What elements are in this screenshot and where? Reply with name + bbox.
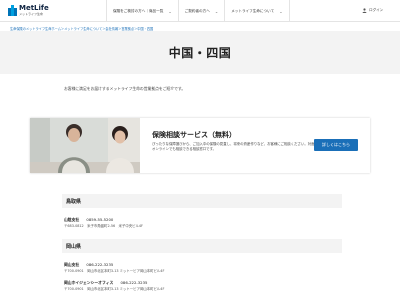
office-phone[interactable]: 086-222-3235 [86,262,113,267]
metlife-logo-mark-icon [8,5,17,16]
office-title: 岡山ホイジェンシーオフィス [64,280,114,285]
consultation-card: 保険相談サービス（無料） ぴったりな保障選びから、ご加入中の保険の見直し、将来の… [30,118,370,173]
nav-item-products[interactable]: 保険をご検討の方へ｜商品一覧 ⌄ [106,0,178,22]
main-nav: 保険をご検討の方へ｜商品一覧 ⌄ ご契約者の方へ ⌄ メットライフ生命について … [106,0,290,22]
details-button[interactable]: 詳しくはこちら [314,139,358,151]
nav-item-policyholders[interactable]: ご契約者の方へ ⌄ [177,0,225,22]
office-title: 山陰支社 [64,217,80,222]
office-title: 岡山支社 [64,262,80,267]
nav-item-label: 保険をご検討の方へ｜商品一覧 [113,8,164,13]
logo-subtitle: メットライフ生命 [19,12,44,16]
section-heading-okayama: 岡山県 [62,239,342,253]
office-phone[interactable]: 0859-55-5200 [86,217,113,222]
logo-name: MetLife [19,4,49,12]
chevron-down-icon: ⌄ [214,8,219,14]
office-address: 〒700-0901 岡山市北区本町3-13 ミットービア岡山本町ビル4F [64,269,165,273]
chevron-down-icon: ⌄ [279,8,283,14]
page-title: 中国・四国 [168,46,232,60]
metlife-logo[interactable]: MetLife メットライフ生命 [8,4,49,18]
nav-item-about[interactable]: メットライフ生命について ⌄ [224,0,290,22]
card-text: ぴったりな保障選びから、ご加入中の保険の見直し、将来の資産作りなど、お客様にご相… [152,142,322,152]
intro-text: お客様に満足をお届けするメットライフ生命の営業拠点をご紹介です。 [64,86,186,91]
user-icon [362,8,367,13]
office-phone[interactable]: 086-222-3235 [121,280,148,285]
nav-item-label: メットライフ生命について [231,8,275,13]
chevron-down-icon: ⌄ [168,8,172,14]
nav-item-label: ご契約者の方へ [184,8,210,13]
site-header: MetLife メットライフ生命 保険をご検討の方へ｜商品一覧 ⌄ ご契約者の方… [0,0,400,22]
office-address: 〒683-0812 米子市角盤町2-56 米子中央ビル4F [64,224,143,228]
login-label: ログイン [369,8,384,12]
page-hero: 中国・四国 [0,31,400,74]
office-address: 〒700-0901 岡山市北区本町3-13 ミットービア岡山本町ビル4F [64,287,165,291]
section-heading-tottori: 鳥取県 [62,194,342,208]
card-title: 保険相談サービス（無料） [152,131,236,139]
consultation-photo [30,118,140,173]
login-link[interactable]: ログイン [362,8,383,13]
